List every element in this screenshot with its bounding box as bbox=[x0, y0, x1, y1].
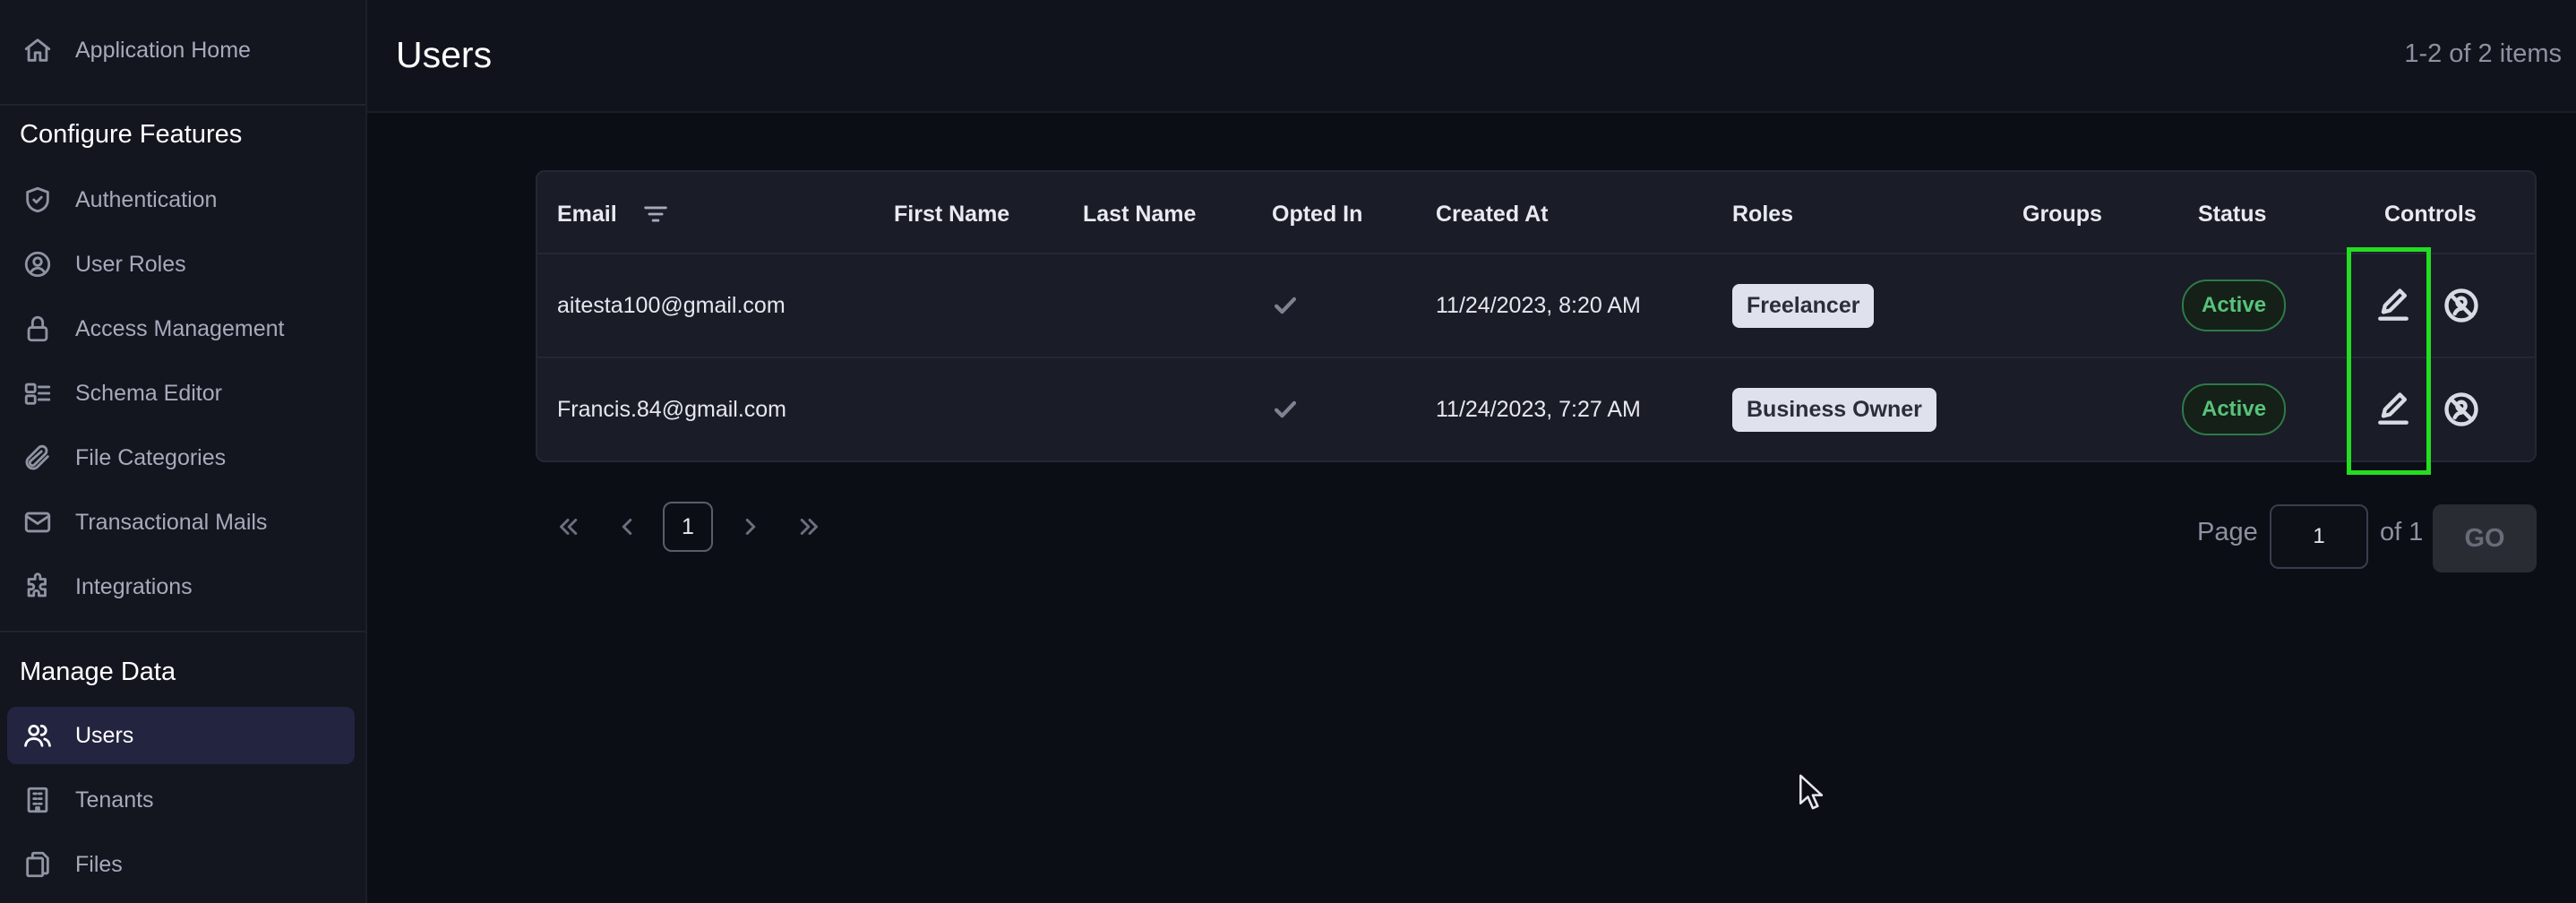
column-header-label: Email bbox=[557, 201, 617, 227]
page-total-label: of 1 bbox=[2380, 518, 2424, 546]
building-icon bbox=[20, 782, 56, 818]
user-circle-icon bbox=[20, 246, 56, 282]
sidebar-item-file-categories[interactable]: File Categories bbox=[7, 429, 355, 486]
section-title-manage-data: Manage Data bbox=[20, 658, 176, 686]
filter-icon[interactable] bbox=[640, 199, 671, 229]
sidebar-item-label: Files bbox=[75, 851, 123, 877]
sidebar-item-label: Application Home bbox=[75, 37, 251, 63]
item-count: 1-2 of 2 items bbox=[2404, 39, 2562, 68]
chevrons-left-icon bbox=[560, 519, 578, 535]
sidebar-item-user-roles[interactable]: User Roles bbox=[7, 236, 355, 293]
users-table: Email First Name Last Name Opted In Crea… bbox=[536, 170, 2537, 462]
chevrons-right-icon bbox=[800, 519, 818, 535]
sidebar-item-label: User Roles bbox=[75, 251, 186, 277]
sidebar-item-label: File Categories bbox=[75, 444, 227, 470]
page-number-button[interactable]: 1 bbox=[663, 502, 713, 552]
users-icon bbox=[20, 718, 56, 753]
sidebar-divider bbox=[0, 104, 365, 106]
sidebar-item-label: Access Management bbox=[75, 315, 285, 341]
cell-role: Business Owner bbox=[1732, 358, 1936, 460]
cell-email: Francis.84@gmail.com bbox=[557, 396, 787, 422]
status-badge: Active bbox=[2182, 280, 2287, 331]
sidebar-item-label: Schema Editor bbox=[75, 380, 222, 406]
section-title-configure-features: Configure Features bbox=[20, 120, 243, 149]
cell-status: Active bbox=[2182, 254, 2287, 357]
next-page-button[interactable] bbox=[731, 502, 770, 552]
page-header: Users 1-2 of 2 items bbox=[367, 0, 2576, 113]
sidebar: Application Home Configure Features Auth… bbox=[0, 0, 367, 903]
sidebar-item-transactional-mails[interactable]: Transactional Mails bbox=[7, 494, 355, 551]
column-header-last-name[interactable]: Last Name bbox=[1083, 192, 1196, 236]
sidebar-item-label: Authentication bbox=[75, 186, 218, 212]
column-header-opted-in[interactable]: Opted In bbox=[1272, 192, 1362, 236]
check-icon bbox=[1270, 358, 1301, 460]
go-button[interactable]: GO bbox=[2433, 504, 2537, 572]
files-icon bbox=[20, 847, 56, 882]
ban-user-icon bbox=[2444, 288, 2478, 322]
sidebar-item-label: Users bbox=[75, 722, 134, 748]
cell-created-at: 11/24/2023, 7:27 AM bbox=[1436, 396, 1641, 422]
lock-icon bbox=[20, 311, 56, 347]
cell-role: Freelancer bbox=[1732, 254, 1875, 357]
chevron-left-icon bbox=[622, 519, 632, 535]
paperclip-icon bbox=[20, 440, 56, 476]
check-icon bbox=[1270, 254, 1301, 357]
column-header-first-name[interactable]: First Name bbox=[894, 192, 1009, 236]
page-title: Users bbox=[396, 34, 493, 75]
shield-check-icon bbox=[20, 182, 56, 218]
home-icon bbox=[20, 32, 56, 68]
column-header-groups[interactable]: Groups bbox=[2022, 192, 2102, 236]
sidebar-item-application-home[interactable]: Application Home bbox=[7, 22, 355, 79]
column-header-roles[interactable]: Roles bbox=[1732, 192, 1793, 236]
column-header-created-at[interactable]: Created At bbox=[1436, 192, 1549, 236]
ban-user-icon bbox=[2444, 392, 2478, 426]
sidebar-item-label: Transactional Mails bbox=[75, 509, 268, 535]
puzzle-icon bbox=[20, 569, 56, 605]
table-row: aitesta100@gmail.com 11/24/2023, 8:20 AM… bbox=[537, 254, 2535, 357]
previous-page-button[interactable] bbox=[607, 502, 647, 552]
sidebar-item-authentication[interactable]: Authentication bbox=[7, 171, 355, 228]
role-badge: Freelancer bbox=[1732, 283, 1875, 328]
disable-user-button[interactable] bbox=[2440, 388, 2483, 431]
role-badge: Business Owner bbox=[1732, 387, 1936, 432]
cell-email: aitesta100@gmail.com bbox=[557, 292, 786, 318]
sidebar-item-access-management[interactable]: Access Management bbox=[7, 300, 355, 357]
sidebar-item-files[interactable]: Files bbox=[7, 836, 355, 893]
highlight-box bbox=[2347, 247, 2431, 475]
column-header-controls: Controls bbox=[2384, 201, 2477, 227]
sidebar-item-tenants[interactable]: Tenants bbox=[7, 771, 355, 829]
sidebar-item-label: Tenants bbox=[75, 787, 154, 813]
first-page-button[interactable] bbox=[548, 502, 588, 552]
cell-status: Active bbox=[2182, 358, 2287, 460]
status-badge: Active bbox=[2182, 383, 2287, 435]
chevron-right-icon bbox=[745, 519, 756, 535]
sidebar-divider bbox=[0, 631, 365, 632]
column-header-status[interactable]: Status bbox=[2198, 192, 2266, 236]
table-row: Francis.84@gmail.com 11/24/2023, 7:27 AM… bbox=[537, 358, 2535, 460]
last-page-button[interactable] bbox=[790, 502, 829, 552]
mail-icon bbox=[20, 504, 56, 540]
sidebar-item-integrations[interactable]: Integrations bbox=[7, 558, 355, 615]
disable-user-button[interactable] bbox=[2440, 284, 2483, 327]
schema-icon bbox=[20, 375, 56, 411]
column-header-email[interactable]: Email bbox=[557, 192, 671, 236]
page-number-input[interactable] bbox=[2270, 504, 2368, 569]
cell-created-at: 11/24/2023, 8:20 AM bbox=[1436, 292, 1641, 318]
sidebar-item-schema-editor[interactable]: Schema Editor bbox=[7, 365, 355, 422]
sidebar-item-users[interactable]: Users bbox=[7, 707, 355, 764]
sidebar-item-label: Integrations bbox=[75, 573, 193, 599]
mouse-cursor-icon bbox=[1799, 774, 1824, 810]
page-label: Page bbox=[2197, 518, 2258, 546]
